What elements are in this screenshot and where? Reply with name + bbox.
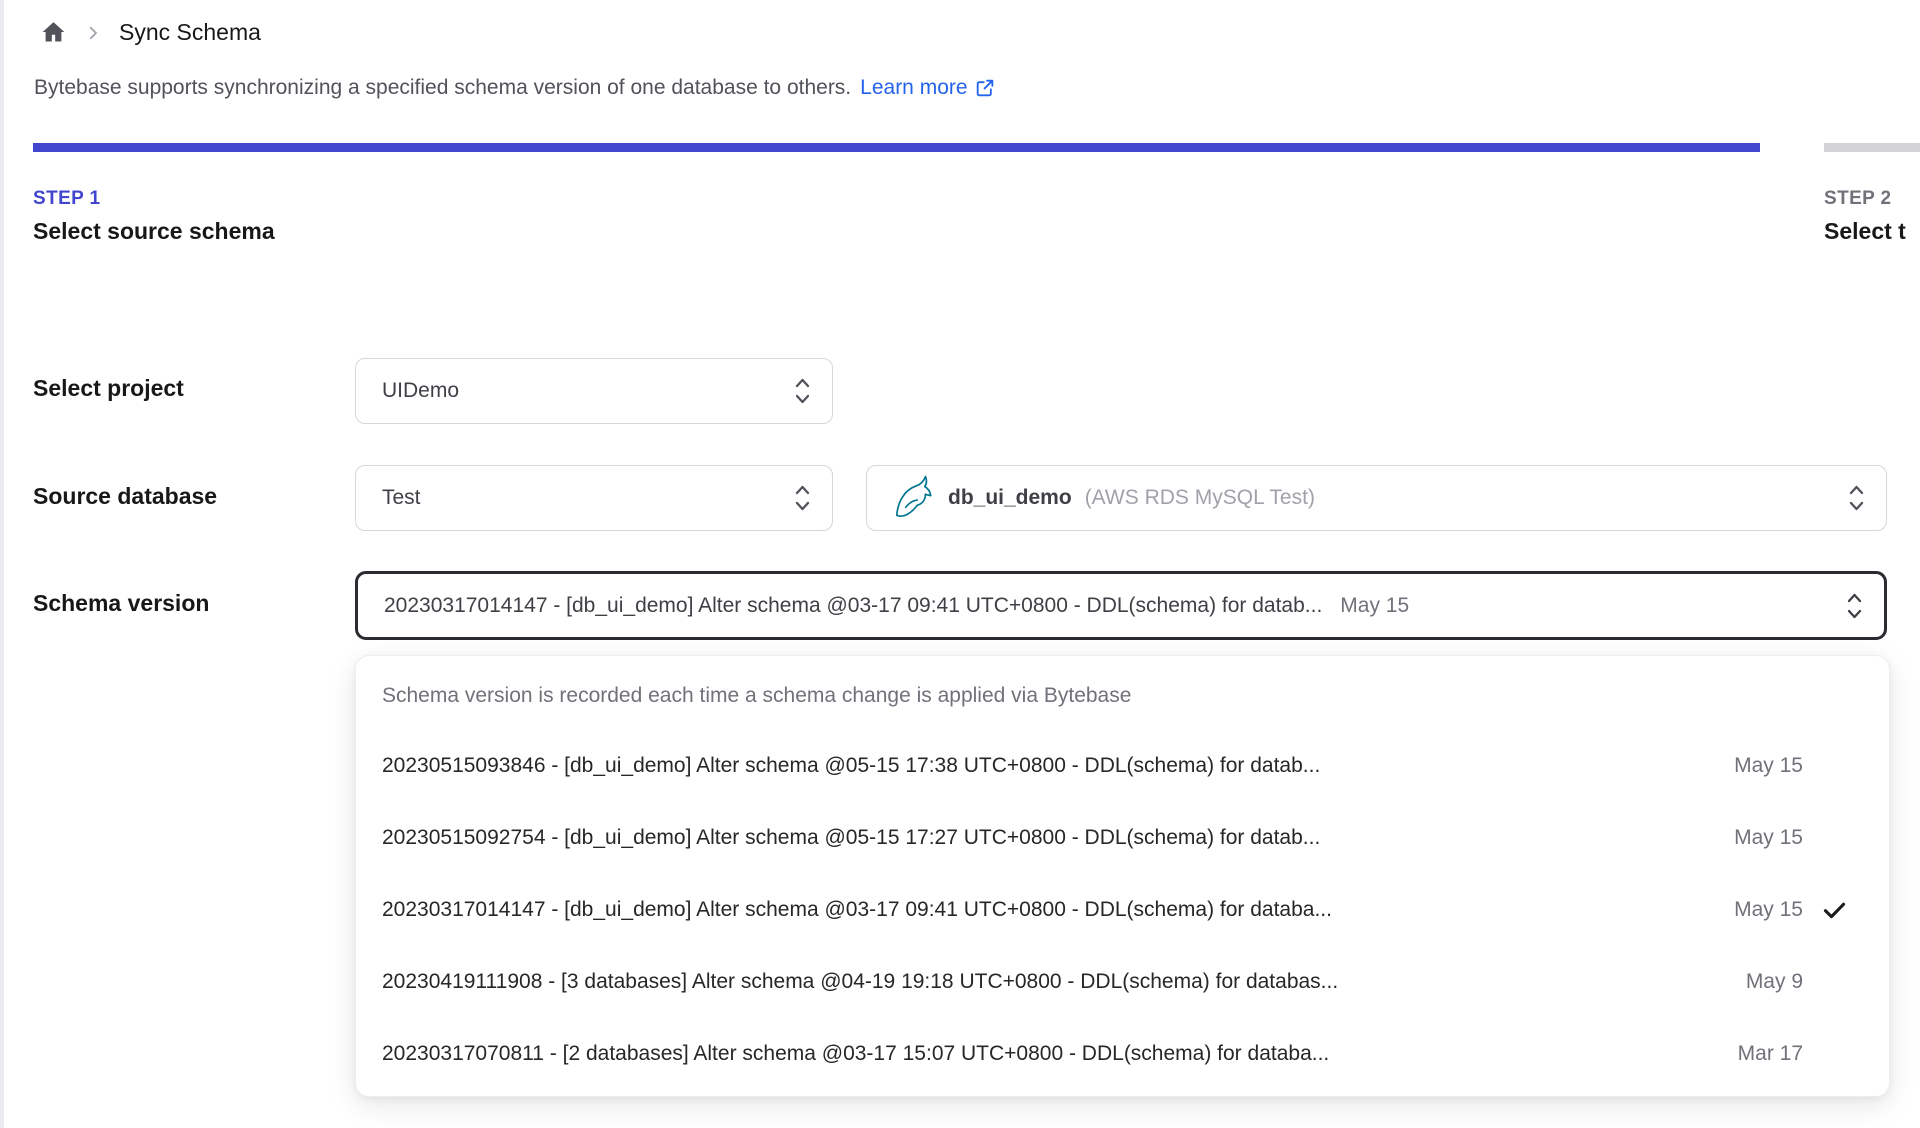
- external-link-icon: [976, 79, 993, 97]
- database-instance: (AWS RDS MySQL Test): [1084, 486, 1315, 509]
- selected-check-icon: [1819, 897, 1849, 924]
- version-option[interactable]: 20230515092754 - [db_ui_demo] Alter sche…: [356, 802, 1889, 874]
- step1-title: Select source schema: [33, 218, 275, 244]
- version-option[interactable]: 20230419111908 - [3 databases] Alter sch…: [356, 946, 1889, 1018]
- source-database-label: Source database: [33, 483, 218, 509]
- intro-line: Bytebase supports synchronizing a specif…: [34, 76, 995, 100]
- version-option-text: 20230515093846 - [db_ui_demo] Alter sche…: [382, 754, 1321, 777]
- select-project-label: Select project: [33, 375, 184, 401]
- step1-progress-bar: [33, 143, 1760, 152]
- version-option-text: 20230515092754 - [db_ui_demo] Alter sche…: [382, 826, 1321, 849]
- step2-label: STEP 2: [1824, 188, 1892, 209]
- step1-label: STEP 1: [33, 188, 101, 209]
- version-option[interactable]: 20230317070811 - [2 databases] Alter sch…: [356, 1018, 1889, 1090]
- step2-progress-bar: [1824, 143, 1920, 152]
- chevron-right-icon: [84, 24, 102, 42]
- version-option-date: May 15: [1734, 754, 1803, 777]
- version-option[interactable]: 20230317014147 - [db_ui_demo] Alter sche…: [356, 874, 1889, 946]
- mysql-icon: [893, 475, 935, 521]
- version-option-date: May 15: [1734, 898, 1803, 921]
- breadcrumb: Sync Schema: [40, 19, 261, 46]
- database-name: db_ui_demo: [948, 486, 1072, 509]
- version-dropdown-hint: Schema version is recorded each time a s…: [382, 684, 1132, 707]
- schema-version-label: Schema version: [33, 590, 210, 616]
- version-option-text: 20230419111908 - [3 databases] Alter sch…: [382, 970, 1339, 993]
- version-option-date: May 15: [1734, 826, 1803, 849]
- select-arrows-icon: [793, 375, 812, 407]
- select-arrows-icon: [1845, 590, 1864, 622]
- version-option-text: 20230317070811 - [2 databases] Alter sch…: [382, 1042, 1330, 1065]
- version-option-date: Mar 17: [1737, 1042, 1803, 1065]
- intro-text: Bytebase supports synchronizing a specif…: [34, 76, 852, 99]
- learn-more-link[interactable]: Learn more: [860, 76, 994, 100]
- schema-version-select[interactable]: 20230317014147 - [db_ui_demo] Alter sche…: [355, 571, 1887, 640]
- version-option-text: 20230317014147 - [db_ui_demo] Alter sche…: [382, 898, 1332, 921]
- select-arrows-icon: [1847, 482, 1866, 514]
- project-select-value: UIDemo: [382, 379, 460, 402]
- schema-version-date: May 15: [1340, 593, 1410, 617]
- schema-version-value: 20230317014147 - [db_ui_demo] Alter sche…: [384, 593, 1323, 617]
- version-option-date: May 9: [1745, 970, 1803, 993]
- environment-select[interactable]: Test: [355, 465, 833, 531]
- version-option[interactable]: 20230515093846 - [db_ui_demo] Alter sche…: [356, 730, 1889, 802]
- database-select[interactable]: db_ui_demo (AWS RDS MySQL Test): [866, 465, 1887, 531]
- project-select[interactable]: UIDemo: [355, 358, 833, 424]
- home-icon[interactable]: [40, 19, 67, 46]
- select-arrows-icon: [793, 482, 812, 514]
- environment-select-value: Test: [382, 486, 421, 509]
- step2-title: Select t: [1824, 218, 1906, 244]
- page-title: Sync Schema: [119, 19, 261, 45]
- version-option-list: 20230515093846 - [db_ui_demo] Alter sche…: [356, 730, 1889, 1090]
- version-dropdown: Schema version is recorded each time a s…: [355, 655, 1890, 1097]
- learn-more-label: Learn more: [860, 76, 968, 99]
- content-left-divider: [0, 0, 4, 1128]
